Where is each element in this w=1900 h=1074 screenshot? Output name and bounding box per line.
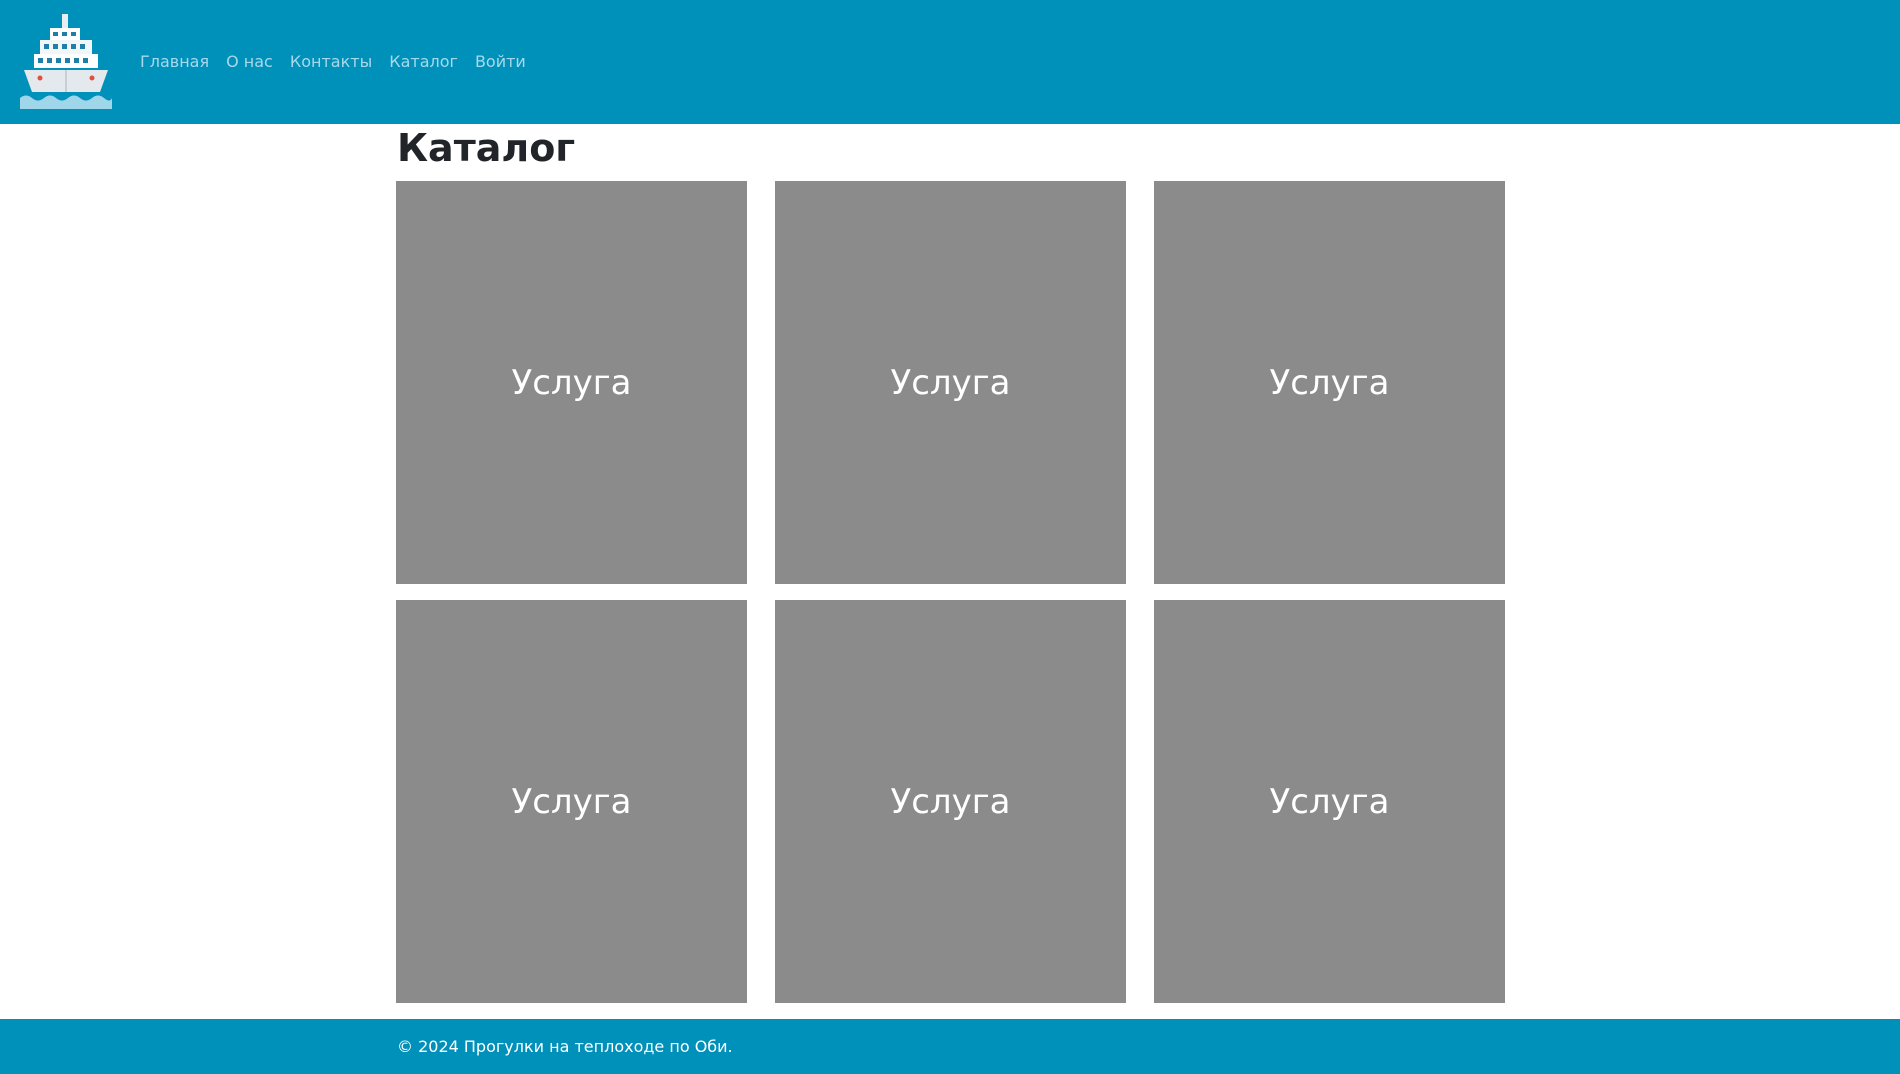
- nav-link-about[interactable]: О нас: [226, 52, 273, 71]
- service-card-label: Услуга: [511, 781, 632, 822]
- service-card[interactable]: Услуга: [1154, 600, 1505, 1003]
- nav-link-contacts[interactable]: Контакты: [290, 52, 372, 71]
- nav-link-login[interactable]: Войти: [475, 52, 526, 71]
- service-card[interactable]: Услуга: [396, 181, 747, 584]
- nav-link-home[interactable]: Главная: [140, 52, 209, 71]
- ship-logo-icon[interactable]: [20, 14, 112, 109]
- service-card[interactable]: Услуга: [396, 600, 747, 1003]
- page-title: Каталог: [397, 126, 576, 170]
- service-card[interactable]: Услуга: [1154, 181, 1505, 584]
- site-footer: © 2024 Прогулки на теплоходе по Оби.: [0, 1019, 1900, 1074]
- service-card-label: Услуга: [511, 362, 632, 403]
- service-card[interactable]: Услуга: [775, 600, 1126, 1003]
- service-card-label: Услуга: [1269, 781, 1390, 822]
- nav-link-catalog[interactable]: Каталог: [389, 52, 458, 71]
- service-card-label: Услуга: [890, 362, 1011, 403]
- footer-copyright: © 2024 Прогулки на теплоходе по Оби.: [397, 1037, 733, 1056]
- service-card[interactable]: Услуга: [775, 181, 1126, 584]
- main-nav: Главная О нас Контакты Каталог Войти: [140, 52, 543, 71]
- service-card-label: Услуга: [890, 781, 1011, 822]
- site-header: Главная О нас Контакты Каталог Войти: [0, 0, 1900, 124]
- service-card-label: Услуга: [1269, 362, 1390, 403]
